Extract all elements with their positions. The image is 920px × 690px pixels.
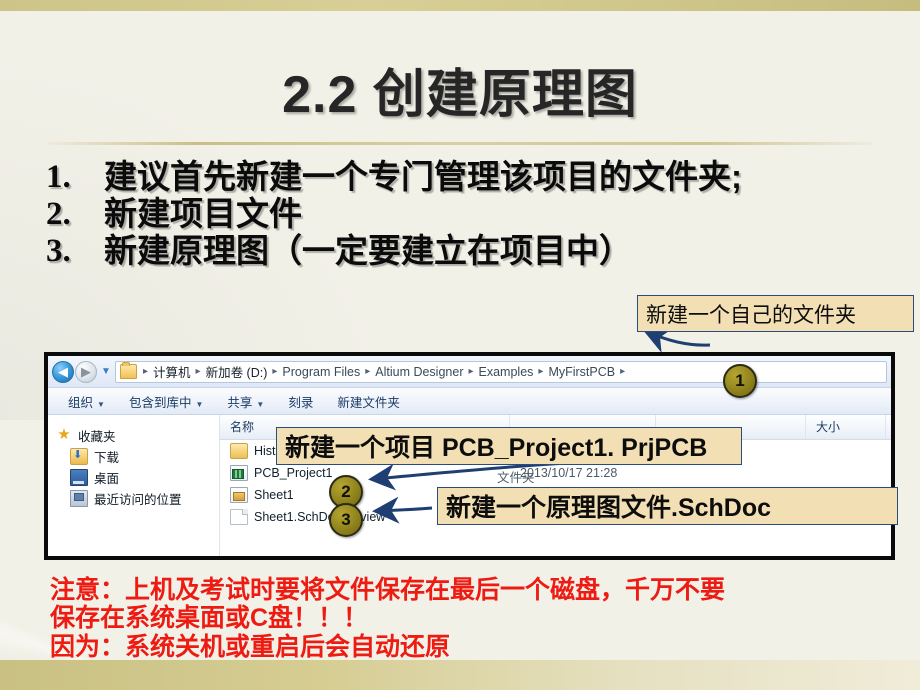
warning-text: 注意：上机及考试时要将文件保存在最后一个磁盘，千万不要 保存在系统桌面或C盘！！…	[50, 576, 910, 661]
toolbar-include-in-library-button[interactable]: 包含到库中 ▼	[117, 392, 215, 411]
breadcrumb-separator: ▸	[365, 366, 371, 377]
breadcrumb-item-examples[interactable]: Examples	[477, 365, 536, 379]
breadcrumb-item-program-files[interactable]: Program Files	[280, 365, 362, 379]
toolbar-item-label: 新建文件夹	[337, 395, 400, 410]
breadcrumb-item-myfirstpcb[interactable]: MyFirstPCB	[546, 365, 617, 379]
chevron-down-icon: ▼	[97, 399, 105, 409]
list-item-label: 新建项目文件	[104, 194, 302, 232]
folder-icon	[230, 443, 248, 459]
callout-new-project: 新建一个项目 PCB_Project1. PrjPCB	[276, 427, 742, 465]
schdoc-icon	[230, 487, 248, 503]
breadcrumb-separator: ▸	[272, 366, 278, 377]
generic-file-icon	[230, 509, 248, 525]
bottom-gold-band	[0, 660, 920, 690]
folder-icon	[120, 362, 137, 379]
breadcrumb-item-computer[interactable]: 计算机	[151, 362, 193, 381]
download-folder-icon	[70, 448, 88, 465]
file-name-label: Sheet1.SchDocPreview	[254, 510, 386, 524]
file-name-cell[interactable]: PCB_Project1	[220, 465, 510, 481]
toolbar-item-label: 刻录	[288, 395, 314, 410]
toolbar-share-button[interactable]: 共享 ▼	[215, 392, 276, 411]
explorer-toolbar: 组织 ▼ 包含到库中 ▼ 共享 ▼ 刻录 新建文件夹	[48, 388, 891, 415]
back-arrow-icon[interactable]: ◀	[52, 360, 74, 383]
list-item: 2. 新建项目文件	[46, 194, 876, 232]
chevron-down-icon: ▼	[195, 399, 204, 409]
step-marker-3: 3	[329, 503, 363, 537]
list-item-number: 2.	[46, 195, 71, 232]
star-icon: ★	[57, 426, 71, 443]
toolbar-item-label: 包含到库中	[128, 395, 192, 410]
column-header-size[interactable]: 大小	[806, 415, 886, 439]
list-item-label: 建议首先新建一个专门管理该项目的文件夹;	[104, 158, 742, 195]
breadcrumb-item-altium-designer[interactable]: Altium Designer	[373, 365, 465, 379]
breadcrumb-separator: ▸	[620, 366, 626, 377]
toolbar-item-label: 共享	[227, 395, 253, 410]
breadcrumb-separator: ▸	[143, 366, 149, 377]
list-item-label: 新建原理图（一定要建立在项目中）	[104, 231, 632, 269]
file-name-label: PCB_Project1	[254, 466, 333, 480]
callout-new-folder: 新建一个自己的文件夹	[637, 295, 914, 332]
toolbar-new-folder-button[interactable]: 新建文件夹	[325, 392, 412, 411]
table-row[interactable]: PCB_Project1 2013/10/17 21:28	[220, 462, 891, 484]
numbered-list: 1. 建议首先新建一个专门管理该项目的文件夹; 2. 新建项目文件 3. 新建原…	[46, 158, 876, 269]
explorer-address-row: ◀ ▶ ▼ ▸ 计算机 ▸ 新加卷 (D:) ▸ Program Files ▸…	[48, 356, 891, 388]
recent-places-icon	[70, 490, 88, 507]
desktop-icon	[70, 469, 88, 486]
breadcrumb-item-drive-d[interactable]: 新加卷 (D:)	[204, 362, 270, 381]
page-title: 2.2 创建原理图	[282, 66, 638, 124]
warning-line: 注意：上机及考试时要将文件保存在最后一个磁盘，千万不要	[50, 576, 726, 604]
top-gold-band	[0, 0, 920, 11]
toolbar-burn-button[interactable]: 刻录	[276, 392, 325, 411]
title-divider	[48, 142, 872, 145]
toolbar-item-label: 组织	[68, 395, 94, 410]
list-item: 1. 建议首先新建一个专门管理该项目的文件夹;	[46, 158, 876, 195]
explorer-navigation-pane: ★ 收藏夹 下载 桌面 最近访问的位置	[48, 415, 220, 556]
sidebar-item-label: 最近访问的位置	[94, 493, 182, 507]
sidebar-item-label: 桌面	[94, 472, 120, 486]
breadcrumb-separator: ▸	[468, 366, 474, 377]
history-dropdown-icon[interactable]: ▼	[98, 362, 114, 382]
sidebar-item-label: 收藏夹	[78, 430, 116, 444]
slide-canvas: 2.2 创建原理图 1. 建议首先新建一个专门管理该项目的文件夹; 2. 新建项…	[0, 0, 920, 690]
list-item-number: 3.	[46, 232, 71, 269]
history-folder-type-label: 文件夹	[497, 471, 535, 485]
breadcrumb-separator: ▸	[195, 366, 201, 377]
file-name-label: Sheet1	[254, 488, 294, 502]
sidebar-item-desktop[interactable]: 桌面	[48, 467, 219, 488]
step-marker-1: 1	[723, 364, 757, 398]
sidebar-item-favorites[interactable]: ★ 收藏夹	[48, 425, 219, 446]
pcb-project-icon	[230, 465, 248, 481]
sidebar-item-recent-places[interactable]: 最近访问的位置	[48, 488, 219, 509]
sidebar-item-downloads[interactable]: 下载	[48, 446, 219, 467]
sidebar-item-label: 下载	[94, 451, 120, 465]
forward-arrow-icon[interactable]: ▶	[75, 360, 97, 383]
toolbar-organize-button[interactable]: 组织 ▼	[56, 392, 117, 411]
list-item-number: 1.	[46, 159, 71, 195]
chevron-down-icon: ▼	[256, 399, 265, 409]
callout-new-schematic: 新建一个原理图文件.SchDoc	[437, 487, 898, 525]
list-item: 3. 新建原理图（一定要建立在项目中）	[46, 231, 876, 269]
warning-line: 保存在系统桌面或C盘！！！	[50, 604, 369, 633]
address-breadcrumb-bar[interactable]: ▸ 计算机 ▸ 新加卷 (D:) ▸ Program Files ▸ Altiu…	[115, 360, 887, 383]
breadcrumb-separator: ▸	[538, 366, 544, 377]
warning-line: 因为：系统关机或重启后会自动还原	[50, 632, 451, 661]
